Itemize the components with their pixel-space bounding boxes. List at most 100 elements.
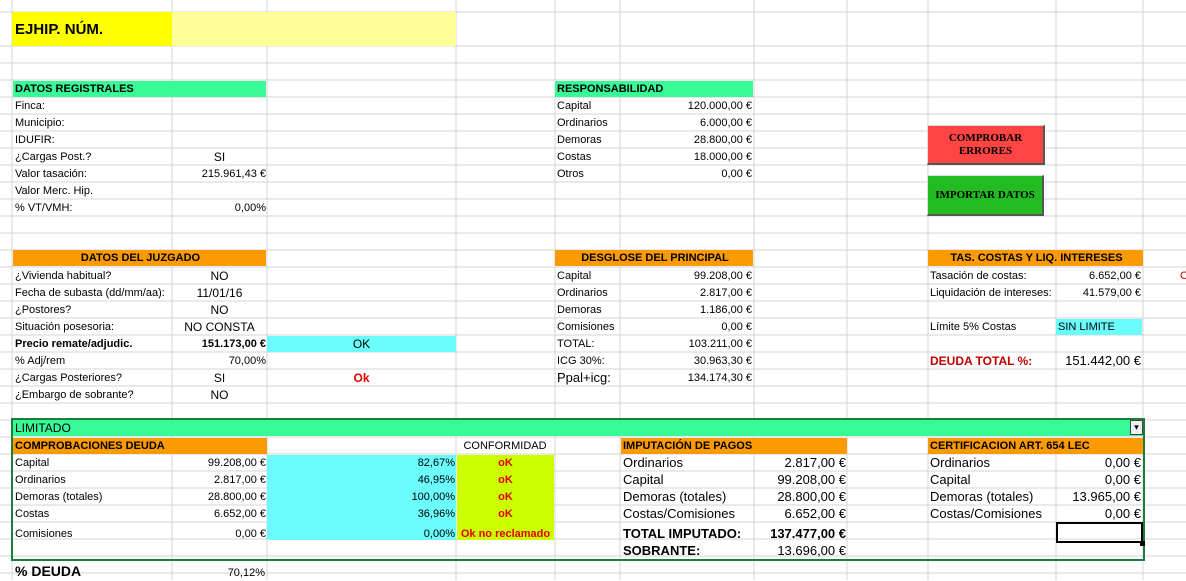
imputacion-value[interactable]: 2.817,00 € bbox=[746, 455, 846, 471]
comprobacion-value[interactable]: 99.208,00 € bbox=[172, 455, 266, 471]
comprobacion-status: oK bbox=[498, 474, 513, 486]
comprobacion-label: Capital bbox=[15, 457, 50, 469]
responsabilidad-label: Capital bbox=[557, 100, 592, 112]
juzgado-value[interactable]: 11/01/16 bbox=[172, 285, 267, 301]
limitado-label: LIMITADO bbox=[15, 421, 71, 435]
sobrante-value: 13.696,00 € bbox=[777, 543, 846, 558]
comprobacion-pct: 100,00% bbox=[411, 491, 455, 503]
registrales-value[interactable] bbox=[172, 132, 266, 148]
certificacion-value[interactable]: 0,00 € bbox=[1040, 472, 1141, 488]
active-cell-selection[interactable] bbox=[1056, 522, 1143, 543]
comprobacion-status: oK bbox=[498, 457, 513, 469]
certificacion-label: Costas/Comisiones bbox=[930, 506, 1042, 521]
comprobacion-pct: 36,96% bbox=[417, 508, 455, 520]
responsabilidad-header: RESPONSABILIDAD bbox=[555, 81, 753, 97]
total-imputado-label: TOTAL IMPUTADO: bbox=[623, 526, 742, 541]
desglose-value[interactable]: 0,00 € bbox=[620, 319, 752, 335]
desglose-label: Demoras bbox=[557, 304, 602, 316]
imputacion-header: IMPUTACIÓN DE PAGOS bbox=[621, 438, 847, 454]
juzgado-label: Fecha de subasta (dd/mm/aa): bbox=[15, 287, 165, 299]
imputacion-value[interactable]: 99.208,00 € bbox=[746, 472, 846, 488]
comprobaciones-header: COMPROBACIONES DEUDA bbox=[13, 438, 267, 454]
comprobacion-status: oK bbox=[498, 508, 513, 520]
responsabilidad-value[interactable]: 28.800,00 € bbox=[620, 132, 752, 148]
deuda-pct-value: 70,12% bbox=[227, 567, 265, 579]
responsabilidad-label: Ordinarios bbox=[557, 117, 608, 129]
desglose-value[interactable]: 134.174,30 € bbox=[620, 370, 752, 386]
desglose-label: Ordinarios bbox=[557, 287, 608, 299]
responsabilidad-value[interactable]: 0,00 € bbox=[620, 166, 752, 182]
tasacion-header: TAS. COSTAS Y LIQ. INTERESES bbox=[928, 250, 1143, 266]
comprobacion-value[interactable]: 28.800,00 € bbox=[172, 489, 266, 505]
comprobacion-value[interactable]: 6.652,00 € bbox=[172, 506, 266, 522]
juzgado-label: ¿Postores? bbox=[15, 304, 72, 316]
desglose-value[interactable]: 1.186,00 € bbox=[620, 302, 752, 318]
tasacion-value[interactable]: 41.579,00 € bbox=[1042, 285, 1141, 301]
juzgado-value[interactable]: NO CONSTA bbox=[172, 319, 267, 335]
importar-datos-button[interactable]: IMPORTAR DATOS bbox=[927, 175, 1044, 216]
desglose-label: Ppal+icg: bbox=[557, 370, 611, 385]
conformidad-header: CONFORMIDAD bbox=[463, 440, 547, 452]
imputacion-value[interactable]: 6.652,00 € bbox=[746, 506, 846, 522]
registrales-value[interactable]: 0,00% bbox=[172, 200, 266, 216]
desglose-header: DESGLOSE DEL PRINCIPAL bbox=[555, 250, 753, 266]
juzgado-value[interactable]: 151.173,00 € bbox=[172, 336, 266, 352]
comprobacion-value[interactable]: 2.817,00 € bbox=[172, 472, 266, 488]
tasacion-label: Tasación de costas: bbox=[930, 270, 1027, 282]
certificacion-header: CERTIFICACION ART. 654 LEC bbox=[928, 438, 1143, 454]
responsabilidad-label: Otros bbox=[557, 168, 584, 180]
registrales-label: ¿Cargas Post.? bbox=[15, 151, 92, 163]
juzgado-header: DATOS DEL JUZGADO bbox=[13, 250, 266, 266]
juzgado-label: Precio remate/adjudic. bbox=[15, 338, 133, 350]
juzgado-check: OK bbox=[352, 337, 371, 351]
imputacion-label: Ordinarios bbox=[623, 455, 683, 470]
registrales-label: Finca: bbox=[15, 100, 45, 112]
responsabilidad-value[interactable]: 18.000,00 € bbox=[620, 149, 752, 165]
registrales-label: Valor Merc. Hip. bbox=[15, 185, 94, 197]
desglose-value[interactable]: 99.208,00 € bbox=[620, 268, 752, 284]
registrales-value[interactable]: SI bbox=[172, 149, 267, 165]
registrales-value[interactable] bbox=[172, 98, 266, 114]
juzgado-value[interactable]: NO bbox=[172, 302, 267, 318]
juzgado-value[interactable]: NO bbox=[172, 387, 267, 403]
certificacion-value[interactable]: 13.965,00 € bbox=[1040, 489, 1141, 505]
comprobacion-value[interactable]: 0,00 € bbox=[172, 526, 266, 542]
registrales-header: DATOS REGISTRALES bbox=[13, 81, 266, 97]
responsabilidad-value[interactable]: 120.000,00 € bbox=[620, 98, 752, 114]
responsabilidad-value[interactable]: 6.000,00 € bbox=[620, 115, 752, 131]
imputacion-label: Costas/Comisiones bbox=[623, 506, 735, 521]
juzgado-check: Ok bbox=[353, 371, 370, 385]
edge-overflow-char: C bbox=[1180, 270, 1186, 282]
juzgado-value[interactable]: 70,00% bbox=[172, 353, 266, 369]
comprobacion-label: Costas bbox=[15, 508, 50, 520]
registrales-value[interactable] bbox=[172, 115, 266, 131]
title-input-cell[interactable] bbox=[172, 12, 456, 46]
desglose-value[interactable]: 103.211,00 € bbox=[620, 336, 752, 352]
juzgado-label: ¿Embargo de sobrante? bbox=[15, 389, 134, 401]
sobrante-label: SOBRANTE: bbox=[623, 543, 701, 558]
comprobar-errores-button[interactable]: COMPROBAR ERRORES bbox=[927, 125, 1045, 165]
imputacion-label: Capital bbox=[623, 472, 664, 487]
title-label: EJHIP. NÚM. bbox=[15, 21, 104, 38]
imputacion-value[interactable]: 28.800,00 € bbox=[746, 489, 846, 505]
juzgado-value[interactable]: NO bbox=[172, 268, 267, 284]
juzgado-value[interactable]: SI bbox=[172, 370, 267, 386]
limite-label: Límite 5% Costas bbox=[930, 321, 1017, 333]
certificacion-value[interactable]: 0,00 € bbox=[1040, 506, 1141, 522]
tasacion-value[interactable]: 6.652,00 € bbox=[1042, 268, 1141, 284]
desglose-value[interactable]: 30.963,30 € bbox=[620, 353, 752, 369]
dropdown-arrow-icon[interactable]: ▾ bbox=[1130, 420, 1143, 435]
comprobacion-pct: 82,67% bbox=[417, 457, 455, 469]
fill-handle[interactable] bbox=[1140, 541, 1145, 546]
certificacion-value[interactable]: 0,00 € bbox=[1040, 455, 1141, 471]
desglose-label: Capital bbox=[557, 270, 592, 282]
limitado-bar[interactable] bbox=[13, 420, 1143, 436]
registrales-value[interactable] bbox=[172, 183, 266, 199]
total-imputado-value: 137.477,00 € bbox=[770, 526, 846, 541]
registrales-value[interactable]: 215.961,43 € bbox=[172, 166, 266, 182]
comprobacion-label: Comisiones bbox=[15, 528, 73, 540]
certificacion-label: Capital bbox=[930, 472, 971, 487]
desglose-value[interactable]: 2.817,00 € bbox=[620, 285, 752, 301]
juzgado-label: ¿Cargas Posteriores? bbox=[15, 372, 122, 384]
juzgado-label: Situación posesoria: bbox=[15, 321, 115, 333]
